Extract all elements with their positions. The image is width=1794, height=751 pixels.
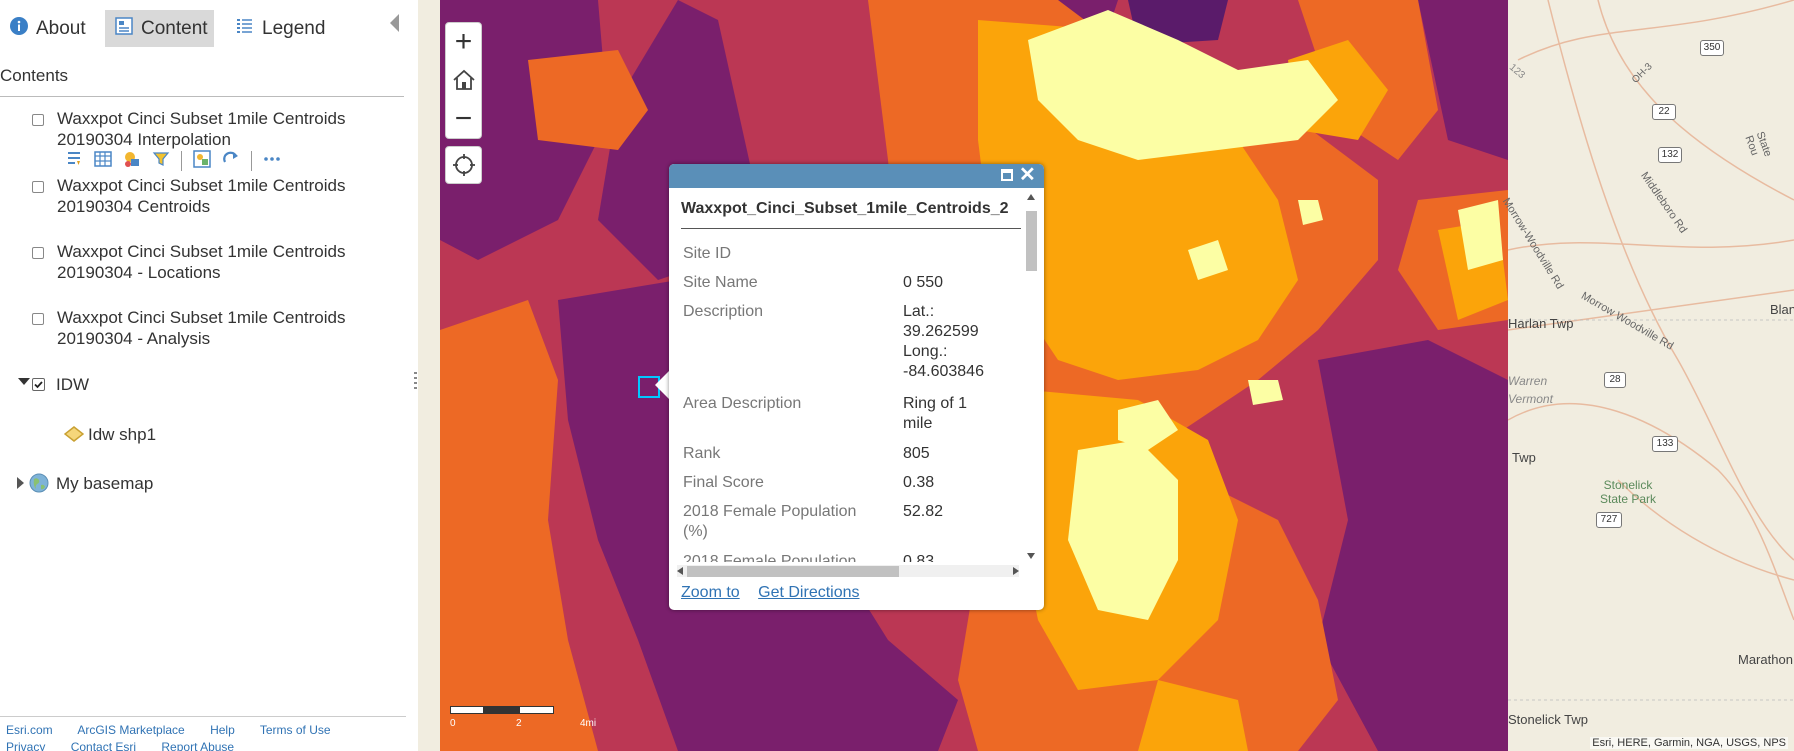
footer-link-help[interactable]: Help: [210, 723, 235, 737]
content-icon: [115, 16, 133, 41]
divider: [0, 96, 404, 97]
layer-visibility-checkbox[interactable]: [32, 114, 44, 126]
layer-visibility-checkbox[interactable]: [32, 247, 44, 259]
zoom-control: + −: [445, 22, 482, 139]
analysis-icon[interactable]: [152, 150, 170, 173]
horizontal-scrollbar[interactable]: [677, 565, 1019, 577]
footer-link-terms[interactable]: Terms of Use: [260, 723, 331, 737]
map-view[interactable]: + − Esri, HERE, Garmin, NGA, USGS, NPS: [418, 0, 1794, 751]
sidebar-tabs: About Content Legend: [0, 0, 418, 56]
basemap-layer-title: My basemap: [56, 474, 154, 493]
filter-icon[interactable]: [65, 150, 83, 173]
scroll-up-icon[interactable]: [1027, 194, 1035, 200]
footer-link-contact[interactable]: Contact Esri: [71, 740, 136, 751]
layer-title: Waxxpot Cinci Subset 1mile Centroids 201…: [57, 176, 346, 216]
idw-sublayer-title: Idw shp1: [88, 425, 157, 444]
contents-title: Contents: [0, 66, 69, 85]
tab-legend-label: Legend: [262, 17, 326, 39]
tab-content[interactable]: Content: [105, 10, 214, 47]
zoom-out-button[interactable]: −: [446, 100, 481, 138]
layer-title: Waxxpot Cinci Subset 1mile Centroids 201…: [57, 242, 346, 282]
scale-bar: [450, 706, 554, 716]
divider: [0, 716, 406, 717]
layer-visibility-checkbox[interactable]: [32, 181, 44, 193]
scroll-down-icon[interactable]: [1027, 553, 1035, 559]
scroll-left-icon[interactable]: [677, 567, 683, 575]
maximize-icon[interactable]: [1001, 169, 1013, 181]
layer-title: Waxxpot Cinci Subset 1mile Centroids 201…: [57, 109, 346, 149]
scroll-right-icon[interactable]: [1013, 567, 1019, 575]
get-directions-link[interactable]: Get Directions: [758, 584, 859, 601]
expand-basemap-icon[interactable]: [17, 477, 24, 489]
scrollbar-thumb[interactable]: [687, 566, 899, 577]
expand-collapse-icon[interactable]: [18, 378, 30, 385]
popup-pointer: [655, 370, 670, 400]
zoom-to-link[interactable]: Zoom to: [681, 584, 740, 601]
close-icon[interactable]: ✕: [1019, 165, 1036, 185]
zoom-in-button[interactable]: +: [446, 23, 481, 61]
info-icon: [10, 16, 28, 41]
footer-link-privacy[interactable]: Privacy: [6, 740, 45, 751]
refresh-icon[interactable]: [222, 150, 240, 173]
footer-link-marketplace[interactable]: ArcGIS Marketplace: [77, 723, 184, 737]
layer-toolbar: [65, 149, 281, 173]
tab-about-label: About: [36, 17, 86, 39]
tab-about[interactable]: About: [0, 10, 100, 47]
popup-header: ✕: [669, 164, 1044, 188]
change-style-icon[interactable]: [123, 150, 141, 173]
legend-icon: [236, 17, 254, 41]
home-icon: [452, 69, 475, 90]
layer-visibility-checkbox[interactable]: [32, 313, 44, 325]
table-icon[interactable]: [94, 150, 112, 173]
map-canvas[interactable]: [418, 0, 1794, 751]
footer-link-report[interactable]: Report Abuse: [161, 740, 234, 751]
vertical-scrollbar[interactable]: [1025, 194, 1037, 559]
more-options-icon[interactable]: [263, 150, 281, 173]
popup-title: Waxxpot_Cinci_Subset_1mile_Centroids_2: [681, 200, 1009, 217]
basemap-region: [418, 0, 440, 751]
toolbar-separator: [181, 151, 182, 171]
locate-button[interactable]: [445, 146, 482, 184]
sidebar: About Content Legend Contents Waxxpot Ci…: [0, 0, 418, 751]
popup-content[interactable]: Site ID Site Name 0 550 Description Lat.: …: [669, 232, 1026, 562]
footer-link-esri[interactable]: Esri.com: [6, 723, 53, 737]
globe-icon: [29, 473, 49, 498]
scrollbar-thumb[interactable]: [1026, 211, 1037, 271]
popup-actions: Zoom to Get Directions: [681, 584, 874, 602]
map-attribution[interactable]: Esri, HERE, Garmin, NGA, USGS, NPS: [1590, 737, 1788, 749]
home-button[interactable]: [446, 61, 481, 99]
basemap-region: [1508, 0, 1794, 751]
idw-layer-title: IDW: [56, 375, 90, 394]
idw-visibility-checkbox[interactable]: [32, 378, 45, 391]
polygon-layer-icon: [63, 426, 85, 447]
toolbar-separator: [251, 151, 252, 171]
divider: [681, 228, 1021, 229]
layer-title: Waxxpot Cinci Subset 1mile Centroids 201…: [57, 308, 346, 348]
tab-legend[interactable]: Legend: [226, 10, 344, 47]
collapse-sidebar-icon[interactable]: [390, 14, 399, 32]
tab-content-label: Content: [141, 17, 208, 39]
footer-links: Esri.com ArcGIS Marketplace Help Terms o…: [6, 722, 406, 751]
resize-handle[interactable]: [414, 372, 417, 390]
labels-icon[interactable]: [193, 149, 211, 173]
feature-popup: ✕ Waxxpot_Cinci_Subset_1mile_Centroids_2…: [669, 164, 1044, 610]
crosshair-icon: [452, 154, 475, 176]
